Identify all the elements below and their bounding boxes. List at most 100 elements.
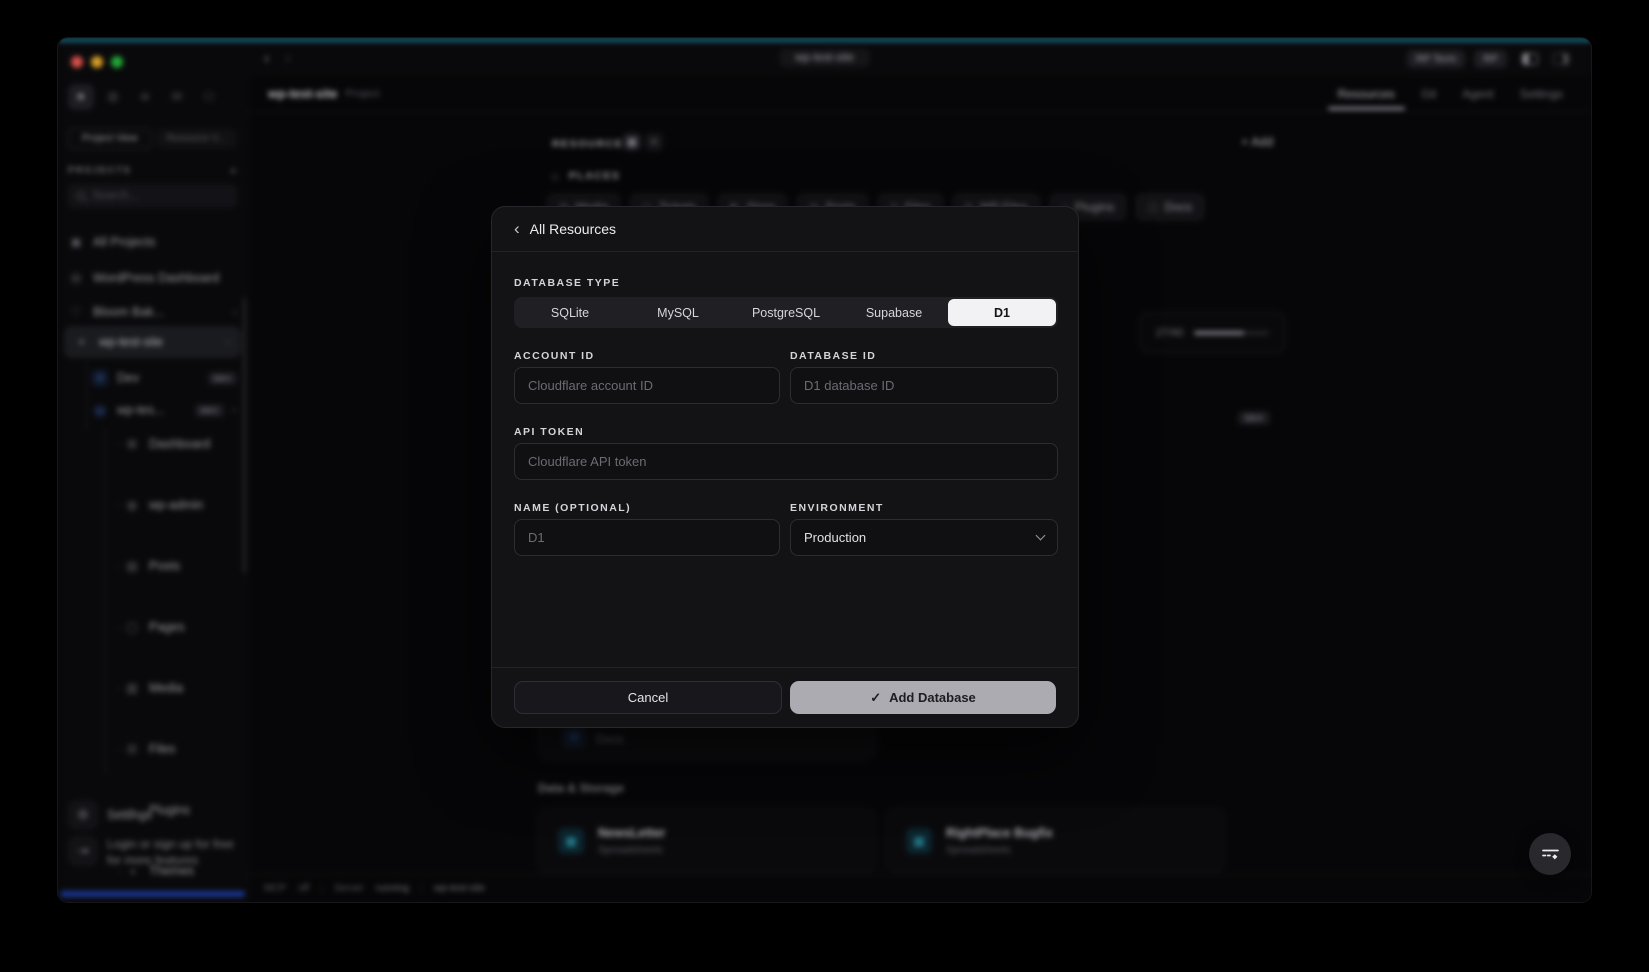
docs-card-icon: Ⓦ (562, 725, 586, 749)
name-label: NAME (OPTIONAL) (514, 502, 631, 514)
sidebar-item-wp-admin[interactable]: ◍ wp-admin (68, 491, 257, 519)
search-input[interactable] (92, 190, 228, 202)
tab-resources[interactable]: Resources (1338, 87, 1395, 101)
back-icon[interactable]: ‹ (514, 219, 520, 239)
places-section-label: PLACES (569, 170, 620, 182)
sidebar-item-wp-test-site[interactable]: ✈ wp-test-site › (64, 326, 241, 358)
database-id-field[interactable] (790, 367, 1058, 404)
chevron-down-icon: › (222, 340, 236, 344)
database-type-segmented-control: SQLite MySQL PostgreSQL Supabase D1 (514, 297, 1058, 328)
sidebar-item-wp-tes[interactable]: Ⓦ wp-tes... DEV › (68, 396, 237, 424)
sidebar-mode-mail-button[interactable]: ✉ (164, 84, 190, 110)
zoom-window-button[interactable] (111, 56, 123, 68)
wordpress-site-icon: Ⓦ (92, 401, 108, 420)
right-panel-toggle-icon[interactable] (1553, 53, 1569, 65)
list-view-icon[interactable]: ≡ (645, 133, 663, 151)
name-field[interactable] (514, 519, 780, 556)
project-title: wp-test-site (268, 87, 337, 101)
sidebar-item-pages[interactable]: ▢ Pages (68, 613, 257, 641)
login-icon: ⇥ (68, 836, 98, 866)
status-separator (321, 884, 322, 894)
assistant-fab-button[interactable] (1529, 833, 1571, 875)
sidebar-search[interactable] (68, 184, 237, 208)
dev-badge: DEV (195, 404, 224, 417)
project-header: wp-test-site Project Resources Git Agent… (248, 76, 1591, 112)
tree-guide-line (105, 428, 106, 774)
segment-sqlite[interactable]: SQLite (516, 299, 624, 326)
sidebar-mode-projects-button[interactable]: ✈ (68, 84, 94, 110)
status-separator (421, 884, 422, 894)
pages-icon: ▢ (124, 620, 140, 634)
modal-footer: Cancel ✓ Add Database (492, 667, 1078, 727)
login-banner-edge (60, 891, 245, 897)
chevron-right-icon: › (233, 305, 237, 319)
account-id-label: ACCOUNT ID (514, 350, 595, 362)
check-icon: ✓ (870, 690, 881, 706)
sidebar-item-files[interactable]: ⊟ Files (68, 735, 257, 763)
account-id-field[interactable] (514, 367, 780, 404)
dev-badge: DEV (208, 372, 237, 385)
sidebar-item-bloom[interactable]: ♡ Bloom Bak... › (68, 298, 237, 326)
add-project-button[interactable]: + (229, 163, 237, 178)
sidebar-mode-users-button[interactable]: ⚇ (196, 84, 222, 110)
add-resource-button[interactable]: + Add (1241, 135, 1273, 149)
window-title: wp-test-site (779, 49, 870, 67)
pill-docs[interactable]: ▢ Docs (1135, 193, 1205, 221)
cancel-button[interactable]: Cancel (514, 681, 782, 714)
add-database-button[interactable]: ✓ Add Database (790, 681, 1056, 714)
account-id-input[interactable] (528, 378, 766, 393)
tab-git[interactable]: Git (1421, 87, 1436, 101)
database-id-label: DATABASE ID (790, 350, 876, 362)
spreadsheet-icon: ▦ (906, 828, 932, 854)
grid-view-icon[interactable]: ▦ (623, 133, 641, 151)
rp-button[interactable]: RP (1474, 50, 1507, 68)
sidebar-item-settings[interactable]: ⚙ Settings (68, 798, 237, 832)
api-token-field[interactable] (514, 443, 1058, 480)
tab-project-view[interactable]: Project View (68, 128, 152, 149)
left-panel-toggle-icon[interactable] (1522, 53, 1538, 65)
history-back-icon[interactable]: ‹ (264, 50, 269, 68)
usage-count: 27/40 (1156, 327, 1184, 339)
name-input[interactable] (528, 530, 766, 545)
minimize-window-button[interactable] (91, 56, 103, 68)
environment-select[interactable]: Production (790, 519, 1058, 556)
database-id-input[interactable] (804, 378, 1044, 393)
sidebar-mode-frames-button[interactable]: ⊞ (100, 84, 126, 110)
card-subtitle: Spreadsheets (598, 844, 665, 856)
close-window-button[interactable] (71, 56, 83, 68)
titlebar: ‹ › wp-test-site RP Term RP (58, 42, 1591, 76)
segment-d1[interactable]: D1 (948, 299, 1056, 326)
status-bar: MCP off Server running wp-test-site (248, 874, 1591, 902)
tab-settings[interactable]: Settings (1520, 87, 1563, 101)
card-title: RightPlace Bugfix (946, 826, 1053, 840)
rocket-icon: ✈ (71, 87, 90, 106)
sidebar-login-prompt[interactable]: ⇥ Login or sign up for free for more fea… (68, 836, 237, 868)
sidebar-item-dev[interactable]: # Dev DEV (68, 364, 237, 392)
project-tag: Project (345, 88, 379, 100)
rp-term-button[interactable]: RP Term (1407, 50, 1465, 68)
dev-environment-icon: # (92, 370, 108, 386)
api-token-input[interactable] (528, 454, 1044, 469)
history-forward-icon[interactable]: › (285, 50, 290, 68)
gear-icon: ⚙ (68, 800, 98, 830)
sidebar-item-all-projects[interactable]: ▣ All Projects (68, 228, 237, 256)
api-token-label: API TOKEN (514, 426, 584, 438)
spreadsheet-icon: ▦ (558, 828, 584, 854)
newsletter-card[interactable]: ▦ NewsLetter Spreadsheets (537, 808, 877, 873)
segment-mysql[interactable]: MySQL (624, 299, 732, 326)
places-group[interactable]: ▢ PLACES (548, 169, 620, 183)
status-site-name: wp-test-site (434, 883, 485, 894)
sidebar-scrollbar[interactable] (243, 298, 246, 573)
sidebar-item-posts[interactable]: ▤ Posts (68, 552, 257, 580)
rightplace-bugfix-card[interactable]: ▦ RightPlace Bugfix Spreadsheets (885, 808, 1225, 873)
sidebar-item-wordpress-dashboard[interactable]: Ⓦ WordPress Dashboard (68, 264, 237, 292)
tab-agent[interactable]: Agent (1462, 87, 1493, 101)
segment-supabase[interactable]: Supabase (840, 299, 948, 326)
sidebar-item-media[interactable]: ▧ Media (68, 674, 257, 702)
sidebar-mode-stack-button[interactable]: ≋ (132, 84, 158, 110)
tab-resource-view[interactable]: Resource V... (156, 129, 238, 148)
database-type-label: DATABASE TYPE (514, 277, 620, 289)
sidebar-item-dashboard[interactable]: ⊞ Dashboard (68, 430, 257, 458)
people-icon: ⚇ (203, 89, 215, 105)
segment-postgresql[interactable]: PostgreSQL (732, 299, 840, 326)
